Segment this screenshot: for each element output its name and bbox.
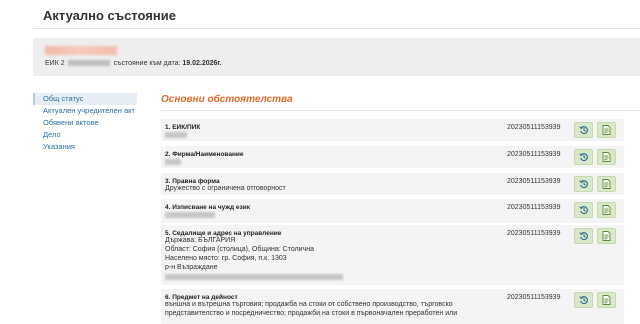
list-item: 2. Фирма/Наименование 20230511153939 xyxy=(161,146,624,168)
address-country: Държава: БЪЛГАРИЯ xyxy=(165,237,236,244)
row-heading: 1. ЕИК/ПИК xyxy=(165,124,201,131)
history-button[interactable] xyxy=(574,176,593,192)
entry-number: 20230511153939 xyxy=(507,151,561,158)
row-heading: 2. Фирма/Наименование xyxy=(165,151,244,158)
address-region: Област: София (столица), Община: Столичн… xyxy=(165,246,314,253)
row-value: представителство и посредничество; прода… xyxy=(165,310,458,317)
document-icon xyxy=(602,295,611,305)
entry-number: 20230511153939 xyxy=(507,204,561,211)
history-icon xyxy=(578,153,588,162)
status-label: състояние към дата: xyxy=(113,60,181,67)
title-divider xyxy=(33,28,640,29)
history-icon xyxy=(578,180,588,189)
row-heading: 4. Изписване на чужд език xyxy=(165,204,250,211)
history-button[interactable] xyxy=(574,149,593,165)
sidebar-item-founding-act[interactable]: Актуален учредителен акт xyxy=(33,105,137,117)
history-button[interactable] xyxy=(574,292,593,308)
document-icon xyxy=(602,205,611,215)
list-item: 1. ЕИК/ПИК 20230511153939 xyxy=(161,119,624,141)
document-icon xyxy=(602,152,611,162)
history-icon xyxy=(578,296,588,305)
entry-number: 20230511153939 xyxy=(507,178,561,185)
list-item: 3. Правна форма Дружество с ограничена о… xyxy=(161,173,624,195)
redacted-eik xyxy=(67,60,110,67)
sidebar-item-announced-acts[interactable]: Обявени актове xyxy=(33,117,137,129)
redacted-value xyxy=(165,212,215,218)
history-icon xyxy=(578,206,588,215)
document-button[interactable] xyxy=(597,122,616,138)
row-value: Дружество с ограничена отговорност xyxy=(165,185,286,192)
document-button[interactable] xyxy=(597,149,616,165)
row-value: външна и вътрешна търговия; продажба на … xyxy=(165,301,453,308)
sidebar-item-general-status[interactable]: Общ статус xyxy=(33,93,137,105)
section-title: Основни обстоятелства xyxy=(161,94,293,105)
page-title: Актуално състояние xyxy=(43,8,176,23)
redacted-value xyxy=(165,132,187,138)
entry-number: 20230511153939 xyxy=(507,294,561,301)
eik-status-line: ЕИК 2 състояние към дата: 19.02.2026г. xyxy=(45,60,222,67)
document-icon xyxy=(602,179,611,189)
document-button[interactable] xyxy=(597,292,616,308)
entry-number: 20230511153939 xyxy=(507,124,561,131)
redacted-value xyxy=(165,274,343,280)
eik-label: ЕИК 2 xyxy=(45,60,65,67)
section-divider xyxy=(161,110,640,111)
sidebar: Общ статус Актуален учредителен акт Обяв… xyxy=(33,93,137,153)
address-city: Населено място: гр. София, п.к. 1303 xyxy=(165,255,287,262)
list-item: 6. Предмет на дейност външна и вътрешна … xyxy=(161,289,624,324)
document-button[interactable] xyxy=(597,228,616,244)
history-button[interactable] xyxy=(574,122,593,138)
history-button[interactable] xyxy=(574,228,593,244)
list-item: 4. Изписване на чужд език 20230511153939 xyxy=(161,199,624,223)
address-district: р-н Възраждане xyxy=(165,264,218,271)
redacted-value xyxy=(165,159,181,165)
history-icon xyxy=(578,232,588,241)
document-icon xyxy=(602,231,611,241)
entry-number: 20230511153939 xyxy=(507,230,561,237)
list-item: 5. Седалище и адрес на управление Държав… xyxy=(161,225,624,285)
history-button[interactable] xyxy=(574,202,593,218)
document-icon xyxy=(602,125,611,135)
sidebar-item-case[interactable]: Дело xyxy=(33,129,137,141)
status-date: 19.02.2026г. xyxy=(182,60,222,67)
document-button[interactable] xyxy=(597,176,616,192)
company-summary: ЕИК 2 състояние към дата: 19.02.2026г. xyxy=(33,38,640,76)
document-button[interactable] xyxy=(597,202,616,218)
redacted-company-name xyxy=(45,46,117,55)
sidebar-item-instructions[interactable]: Указания xyxy=(33,141,137,153)
history-icon xyxy=(578,126,588,135)
